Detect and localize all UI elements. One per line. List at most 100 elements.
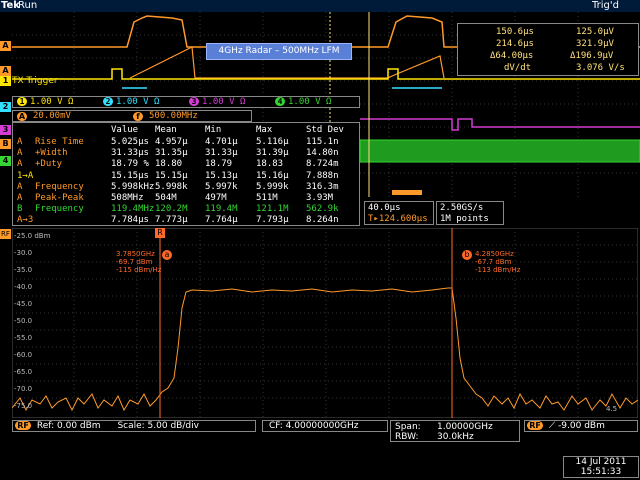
date: 14 Jul 2011 — [575, 457, 627, 467]
ch4-marker[interactable]: 4 — [0, 156, 11, 166]
measurement-value: 7.793µ — [256, 215, 289, 226]
measurement-name: +Width — [35, 148, 68, 159]
measurement-header: Value Mean Min Max Std Dev — [111, 125, 344, 135]
cursor-delta-v: Δ196.9µV — [570, 51, 614, 61]
span-rbw-box[interactable]: Span: 1.00000GHz RBW: 30.0kHz — [390, 420, 520, 442]
center-frequency: CF: 4.00000000GHz — [269, 421, 359, 431]
measurement-value: 4.957µ — [155, 137, 188, 147]
measurement-table: Value Mean Min Max Std Dev A Rise Time 5.0… — [12, 122, 360, 226]
measurement-value: 18.79 % — [111, 159, 149, 170]
measurement-row: A Peak-Peak 508MHz 504M 497M 511M 3.93M — [13, 192, 359, 204]
measurement-row: B Frequency 119.4MHz 120.2M 119.4M 121.1M 562.… — [13, 203, 359, 215]
span-label: Span: — [395, 422, 421, 432]
rbw-label: RBW: — [395, 432, 419, 442]
spectrum-y-tick: -75.0 — [14, 402, 33, 410]
run-state[interactable]: Run — [18, 0, 37, 11]
marker-b-icon[interactable]: b — [462, 250, 472, 260]
spectrum-y-tick: -35.0 — [14, 266, 33, 274]
rf-ref-box[interactable]: RF Ref: 0.00 dBm Scale: 5.00 dB/div — [12, 420, 256, 432]
cursor-v1: 125.0µV — [576, 27, 614, 37]
spectrum-trace — [12, 287, 638, 412]
ch2-marker[interactable]: 2 — [0, 102, 11, 112]
measurement-row: A→3 7.784µs 7.773µ 7.764µ 7.793µ 8.264n — [13, 214, 359, 226]
sample-rate-box[interactable]: 2.50GS/s 1M points — [436, 201, 504, 225]
measurement-value: 31.35µ — [155, 148, 188, 159]
reference-marker-icon[interactable]: R — [155, 228, 165, 238]
spectrum-y-axis: -25.0 dBm -30.0 -35.0 -40.0 -45.0 -50.0 -55.0 -… — [14, 228, 50, 415]
waveform-annotation: 4GHz Radar – 500MHz LFM — [206, 43, 352, 60]
spectrum-y-tick: -60.0 — [14, 351, 33, 359]
spectrum-right-label: 4.5 — [606, 405, 618, 413]
measurement-name: Rise Time — [35, 137, 84, 147]
measurement-value: 562.9k — [306, 204, 339, 215]
measurement-value: 15.15µs — [111, 170, 149, 181]
spectrum-graticule — [12, 228, 638, 418]
measurement-value: 18.80 — [155, 159, 183, 170]
marker-a-readout: 3.7850GHz -69.7 dBm -115 dBm/Hz — [116, 250, 162, 274]
spectrum-y-tick: -70.0 — [14, 385, 33, 393]
measurement-value: 18.83 — [256, 159, 284, 170]
record-length: 1M points — [440, 214, 489, 224]
measurement-value: 121.1M — [256, 204, 289, 215]
ch4-scale[interactable]: 4 1.00 V Ω — [275, 97, 331, 107]
cursor-t1: 150.6µs — [496, 27, 534, 37]
measurement-row: A Rise Time 5.025µs 4.957µ 4.701µ 5.116µ 115.1… — [13, 136, 359, 148]
measurement-value: 115.1n — [306, 137, 339, 147]
measurement-value: 7.784µs — [111, 215, 149, 226]
measurement-value: 7.773µ — [155, 215, 188, 226]
measurement-value: 5.997k — [205, 181, 238, 192]
measurement-name: Frequency — [35, 204, 84, 215]
spectrum-y-tick: -30.0 — [14, 249, 33, 257]
measurement-value: 8.264n — [306, 215, 339, 226]
timebase-scale: 40.0µs — [368, 203, 401, 213]
spectrum-y-tick: -50.0 — [14, 317, 33, 325]
measurement-value: 31.33µ — [205, 148, 238, 159]
ch1-scale[interactable]: 1 1.00 V Ω — [17, 97, 73, 107]
math-scale-strip[interactable]: A 20.00mV f 500.00MHz — [12, 110, 252, 122]
ch3-scale[interactable]: 3 1.00 V Ω — [189, 97, 245, 107]
rising-edge-icon: ⟋ — [548, 421, 556, 431]
trigger-state: Trig'd — [592, 0, 619, 11]
cursor-readout: 150.6µs 125.0µV 214.6µs 321.9µV Δ64.00µs… — [457, 23, 639, 76]
spectrum-y-tick: -55.0 — [14, 334, 33, 342]
marker-a-icon[interactable]: a — [162, 250, 172, 260]
center-frequency-box[interactable]: CF: 4.00000000GHz — [262, 420, 388, 432]
cursor-v2: 321.9µV — [576, 39, 614, 49]
rf-marker[interactable]: RF — [0, 229, 11, 239]
measurement-value: 8.724m — [306, 159, 339, 170]
measurement-value: 14.80n — [306, 148, 339, 159]
math-b-marker[interactable]: B — [0, 139, 11, 149]
ch3-trace — [360, 118, 640, 131]
measurement-value: 119.4MHz — [111, 204, 155, 215]
ch1-marker[interactable]: 1 — [0, 76, 11, 86]
math-icon: A — [17, 112, 27, 121]
spectrum-y-tick: -40.0 — [14, 283, 33, 291]
measurement-name: +Duty — [35, 159, 63, 170]
cursor-t2: 214.6µs — [496, 39, 534, 49]
math-a-marker-2[interactable]: A — [0, 66, 11, 76]
measurement-row: 1→A 15.15µs 15.15µ 15.13µ 15.16µ 7.888n — [13, 170, 359, 182]
measurement-value: 15.16µ — [256, 170, 289, 181]
rf-trigger-box[interactable]: RF ⟋ -9.00 dBm — [524, 420, 638, 432]
date-time: 14 Jul 2011 15:51:33 — [563, 456, 639, 478]
measurement-value: 7.764µ — [205, 215, 238, 226]
math-a-marker[interactable]: A — [0, 41, 11, 51]
channel-scale-strip: 1 1.00 V Ω 2 1.00 V Ω 3 1.00 V Ω 4 1.00 V Ω — [12, 96, 360, 108]
measurement-value: 119.4M — [205, 204, 238, 215]
measurement-row: A Frequency 5.998kHz 5.998k 5.997k 5.999k 316.… — [13, 181, 359, 193]
ch4-noise-band — [360, 140, 640, 162]
ch3-marker[interactable]: 3 — [0, 125, 11, 135]
measurement-value: 508MHz — [111, 193, 144, 203]
spectrum-y-tick: -65.0 — [14, 368, 33, 376]
ch2-scale[interactable]: 2 1.00 V Ω — [103, 97, 159, 107]
measurement-value: 5.116µ — [256, 137, 289, 147]
measurement-value: 31.33µs — [111, 148, 149, 159]
math-scale: 20.00mV — [33, 111, 71, 121]
timebase-box[interactable]: 40.0µs T▸124.600µs — [364, 201, 434, 225]
measurement-value: 15.15µ — [155, 170, 188, 181]
measurement-name: Frequency — [35, 181, 84, 192]
measurement-source: A — [17, 148, 23, 159]
rf-scale: Scale: 5.00 dB/div — [117, 421, 199, 431]
measurement-value: 5.025µs — [111, 137, 149, 147]
measurement-name: Peak-Peak — [35, 193, 84, 203]
